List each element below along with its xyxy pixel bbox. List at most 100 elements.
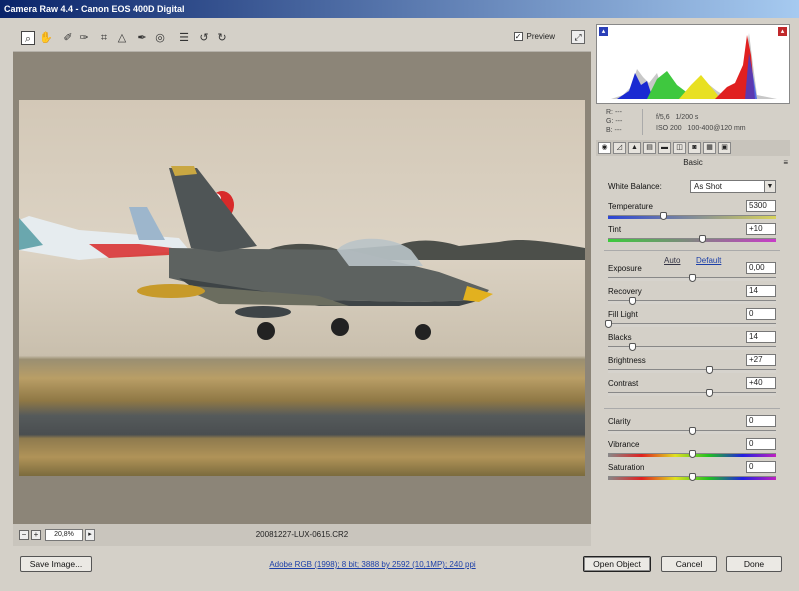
recovery-slider-handle[interactable]: [628, 297, 636, 305]
preview-checkbox[interactable]: ✓: [513, 32, 523, 41]
tab-lens-icon[interactable]: ◫: [673, 142, 686, 154]
aircraft-photo: [19, 166, 585, 340]
cancel-button[interactable]: Cancel: [661, 556, 717, 572]
blacks-slider-handle[interactable]: [628, 343, 636, 351]
fill-light-slider-handle[interactable]: [605, 320, 612, 328]
contrast-slider[interactable]: [608, 389, 776, 397]
window-title: Camera Raw 4.4 - Canon EOS 400D Digital: [0, 0, 799, 18]
tint-label: Tint: [608, 225, 622, 234]
status-bar: − + 20,8% ▸ 20081227-LUX-0615.CR2: [13, 524, 591, 546]
white-balance-value: As Shot: [694, 182, 723, 191]
tab-tone-curve-icon[interactable]: ◿: [613, 142, 626, 154]
saturation-slider-handle[interactable]: [689, 473, 696, 481]
red-readout: R: ---: [606, 109, 622, 116]
crop-tool-icon[interactable]: ⌗: [97, 31, 111, 45]
preferences-icon[interactable]: ☰: [177, 31, 191, 45]
saturation-field[interactable]: 0: [746, 461, 776, 473]
vibrance-slider-handle[interactable]: [689, 450, 696, 458]
red-eye-tool-icon[interactable]: ◎: [153, 31, 167, 45]
contrast-slider-handle[interactable]: [705, 389, 713, 397]
zoom-tool-icon[interactable]: ⌕: [21, 31, 35, 45]
recovery-slider[interactable]: [608, 297, 776, 305]
recovery-field[interactable]: 14: [746, 285, 776, 297]
highlight-clipping-icon[interactable]: ▴: [778, 27, 787, 36]
done-button[interactable]: Done: [726, 556, 782, 572]
temperature-label: Temperature: [608, 202, 653, 211]
chevron-down-icon[interactable]: ▼: [764, 181, 775, 192]
tint-slider-handle[interactable]: [699, 235, 707, 243]
exposure-field[interactable]: 0,00: [746, 262, 776, 274]
green-readout: G: ---: [606, 118, 623, 125]
saturation-slider[interactable]: [608, 473, 776, 481]
divider-1: [604, 250, 780, 251]
retouch-tool-icon[interactable]: ✒: [135, 31, 149, 45]
panel-menu-icon[interactable]: ≡: [783, 158, 788, 167]
color-sampler-tool-icon[interactable]: ✑: [77, 31, 91, 45]
save-image-button[interactable]: Save Image...: [20, 556, 92, 572]
fullscreen-icon[interactable]: ⤢: [571, 30, 585, 44]
clarity-slider-handle[interactable]: [689, 427, 696, 435]
default-link[interactable]: Default: [696, 256, 721, 265]
white-balance-label: White Balance:: [608, 182, 662, 191]
white-balance-tool-icon[interactable]: ✐: [61, 31, 75, 45]
vibrance-label: Vibrance: [608, 440, 640, 449]
rotate-right-icon[interactable]: ↻: [215, 31, 229, 45]
contrast-label: Contrast: [608, 379, 639, 388]
temperature-field[interactable]: 5300: [746, 200, 776, 212]
temperature-slider[interactable]: [608, 212, 776, 220]
fill-light-label: Fill Light: [608, 310, 638, 319]
hand-tool-icon[interactable]: ✋: [39, 31, 53, 45]
exposure-slider[interactable]: [608, 274, 776, 282]
photo-preview[interactable]: [19, 100, 585, 476]
vibrance-field[interactable]: 0: [746, 438, 776, 450]
histogram-graph: [611, 33, 777, 99]
fill-light-field[interactable]: 0: [746, 308, 776, 320]
workflow-options-link[interactable]: Adobe RGB (1998); 8 bit; 3888 by 2592 (1…: [200, 560, 545, 569]
contrast-field[interactable]: +40: [746, 377, 776, 389]
brightness-slider[interactable]: [608, 366, 776, 374]
readout-info: R: --- G: --- B: --- f/5,6 1/200 s ISO 2…: [596, 106, 790, 138]
clarity-slider[interactable]: [608, 427, 776, 435]
white-balance-select[interactable]: As Shot ▼: [690, 180, 776, 193]
tab-split-toning-icon[interactable]: ▬: [658, 142, 671, 154]
shutter-value: 1/200 s: [675, 114, 699, 121]
panel-tabs: ◉ ◿ ▲ ▤ ▬ ◫ ◙ ▦ ▣: [596, 140, 790, 156]
tab-detail-icon[interactable]: ▲: [628, 142, 641, 154]
iso-value: ISO 200: [656, 125, 682, 132]
aperture-value: f/5,6: [656, 114, 670, 121]
lens-value: 100-400@120 mm: [687, 125, 746, 132]
temperature-slider-handle[interactable]: [660, 212, 668, 220]
tab-basic-icon[interactable]: ◉: [598, 142, 611, 154]
shadow-clipping-icon[interactable]: ▴: [599, 27, 608, 36]
filename-label: 20081227-LUX-0615.CR2: [255, 530, 349, 539]
brightness-label: Brightness: [608, 356, 646, 365]
vibrance-slider[interactable]: [608, 450, 776, 458]
brightness-field[interactable]: +27: [746, 354, 776, 366]
tint-field[interactable]: +10: [746, 223, 776, 235]
brightness-slider-handle[interactable]: [705, 366, 713, 374]
divider-2: [604, 408, 780, 409]
panel-title: Basic: [683, 158, 703, 167]
blacks-field[interactable]: 14: [746, 331, 776, 343]
blacks-slider[interactable]: [608, 343, 776, 351]
tab-presets-icon[interactable]: ▦: [703, 142, 716, 154]
clarity-field[interactable]: 0: [746, 415, 776, 427]
preview-area: ✓ Preview ⤢ ⌕ ✋ ✐ ✑ ⌗ △ ✒ ◎ ☰ ↺ ↻ − + 20…: [13, 24, 591, 546]
tint-slider[interactable]: [608, 235, 776, 243]
rotate-left-icon[interactable]: ↺: [197, 31, 211, 45]
saturation-label: Saturation: [608, 463, 645, 472]
histogram: ▴ ▴: [596, 24, 790, 104]
exposure-slider-handle[interactable]: [689, 274, 696, 282]
tab-camera-calibration-icon[interactable]: ◙: [688, 142, 701, 154]
fill-light-slider[interactable]: [605, 320, 776, 328]
straighten-tool-icon[interactable]: △: [115, 31, 129, 45]
preview-label: Preview: [526, 32, 555, 41]
open-object-button[interactable]: Open Object: [583, 556, 651, 572]
blue-readout: B: ---: [606, 127, 622, 134]
blacks-label: Blacks: [608, 333, 632, 342]
auto-link[interactable]: Auto: [664, 256, 680, 265]
adjustments-panel: ▴ ▴ R: --- G: --- B: --- f/5,6 1/200 s I…: [596, 24, 790, 546]
tab-hsl-icon[interactable]: ▤: [643, 142, 656, 154]
preview-toggle[interactable]: ✓ Preview: [513, 32, 555, 41]
tab-snapshots-icon[interactable]: ▣: [718, 142, 731, 154]
